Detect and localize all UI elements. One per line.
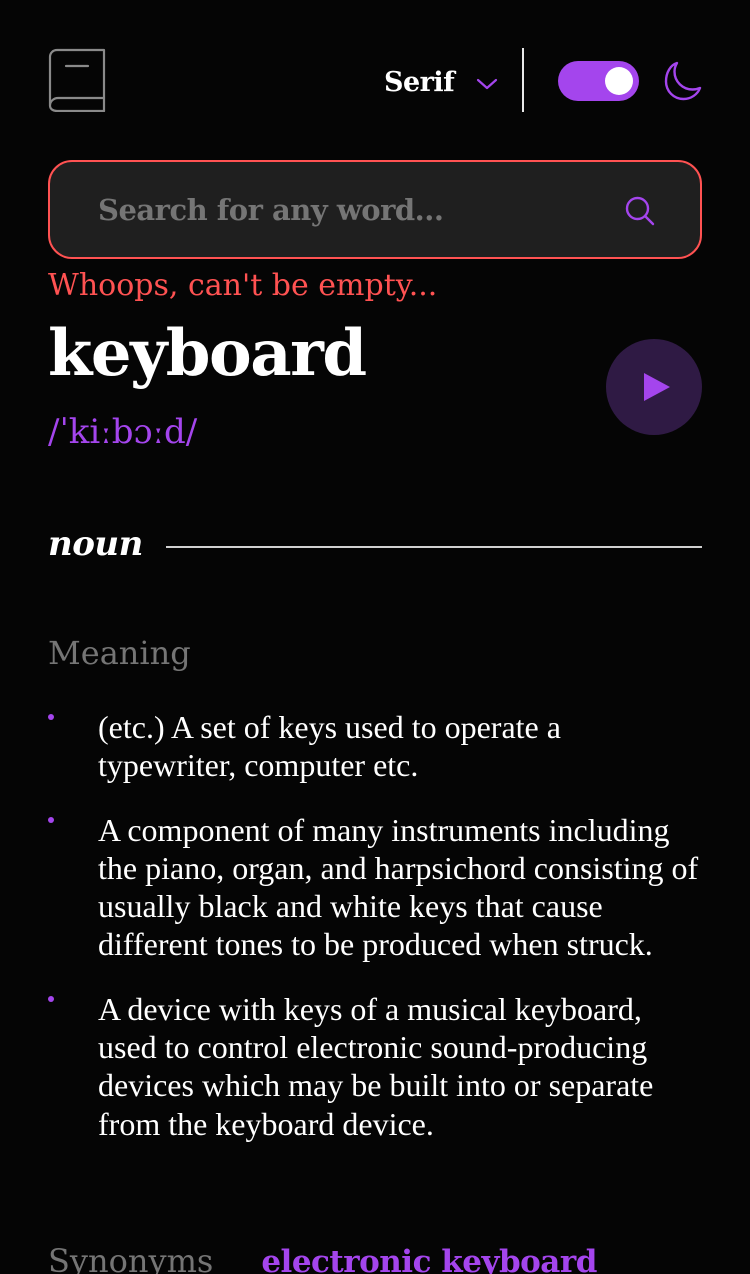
book-icon[interactable] xyxy=(48,48,106,112)
moon-icon xyxy=(664,61,702,101)
theme-toggle-knob xyxy=(605,67,633,95)
font-selector[interactable]: Serif xyxy=(384,60,498,104)
word-phonetic: /ˈkiːbɔːd/ xyxy=(48,412,198,452)
word-title: keyboard xyxy=(48,316,367,391)
theme-toggle[interactable] xyxy=(558,61,639,101)
definition-text: A device with keys of a musical keyboard… xyxy=(98,990,654,1142)
definition-text: A component of many instruments includin… xyxy=(98,811,699,963)
synonyms-row: Synonyms electronic keyboard xyxy=(48,1242,597,1274)
font-selector-label: Serif xyxy=(384,66,455,98)
dictionary-page: Serif Whoops, can't be empty... keyboard… xyxy=(0,0,750,1274)
search-bar[interactable] xyxy=(48,160,702,259)
part-of-speech-divider xyxy=(166,546,702,548)
bullet-icon xyxy=(48,995,54,1002)
search-icon[interactable] xyxy=(624,195,656,227)
header-divider xyxy=(522,48,524,112)
meaning-heading: Meaning xyxy=(48,634,191,672)
definition-list: (etc.) A set of keys used to operate a t… xyxy=(48,708,702,1169)
search-error-message: Whoops, can't be empty... xyxy=(48,268,438,303)
play-icon xyxy=(644,373,670,401)
bullet-icon xyxy=(48,714,54,720)
chevron-down-icon xyxy=(477,78,498,90)
bullet-icon xyxy=(48,816,54,823)
definition-item: A device with keys of a musical keyboard… xyxy=(48,990,702,1143)
synonyms-label: Synonyms xyxy=(48,1242,214,1274)
part-of-speech: noun xyxy=(48,524,143,564)
search-input[interactable] xyxy=(96,184,596,236)
definition-item: A component of many instruments includin… xyxy=(48,811,702,964)
definition-text: (etc.) A set of keys used to operate a t… xyxy=(98,709,561,784)
play-pronunciation-button[interactable] xyxy=(606,339,702,435)
synonym-link[interactable]: electronic keyboard xyxy=(261,1244,597,1274)
definition-item: (etc.) A set of keys used to operate a t… xyxy=(48,708,702,785)
